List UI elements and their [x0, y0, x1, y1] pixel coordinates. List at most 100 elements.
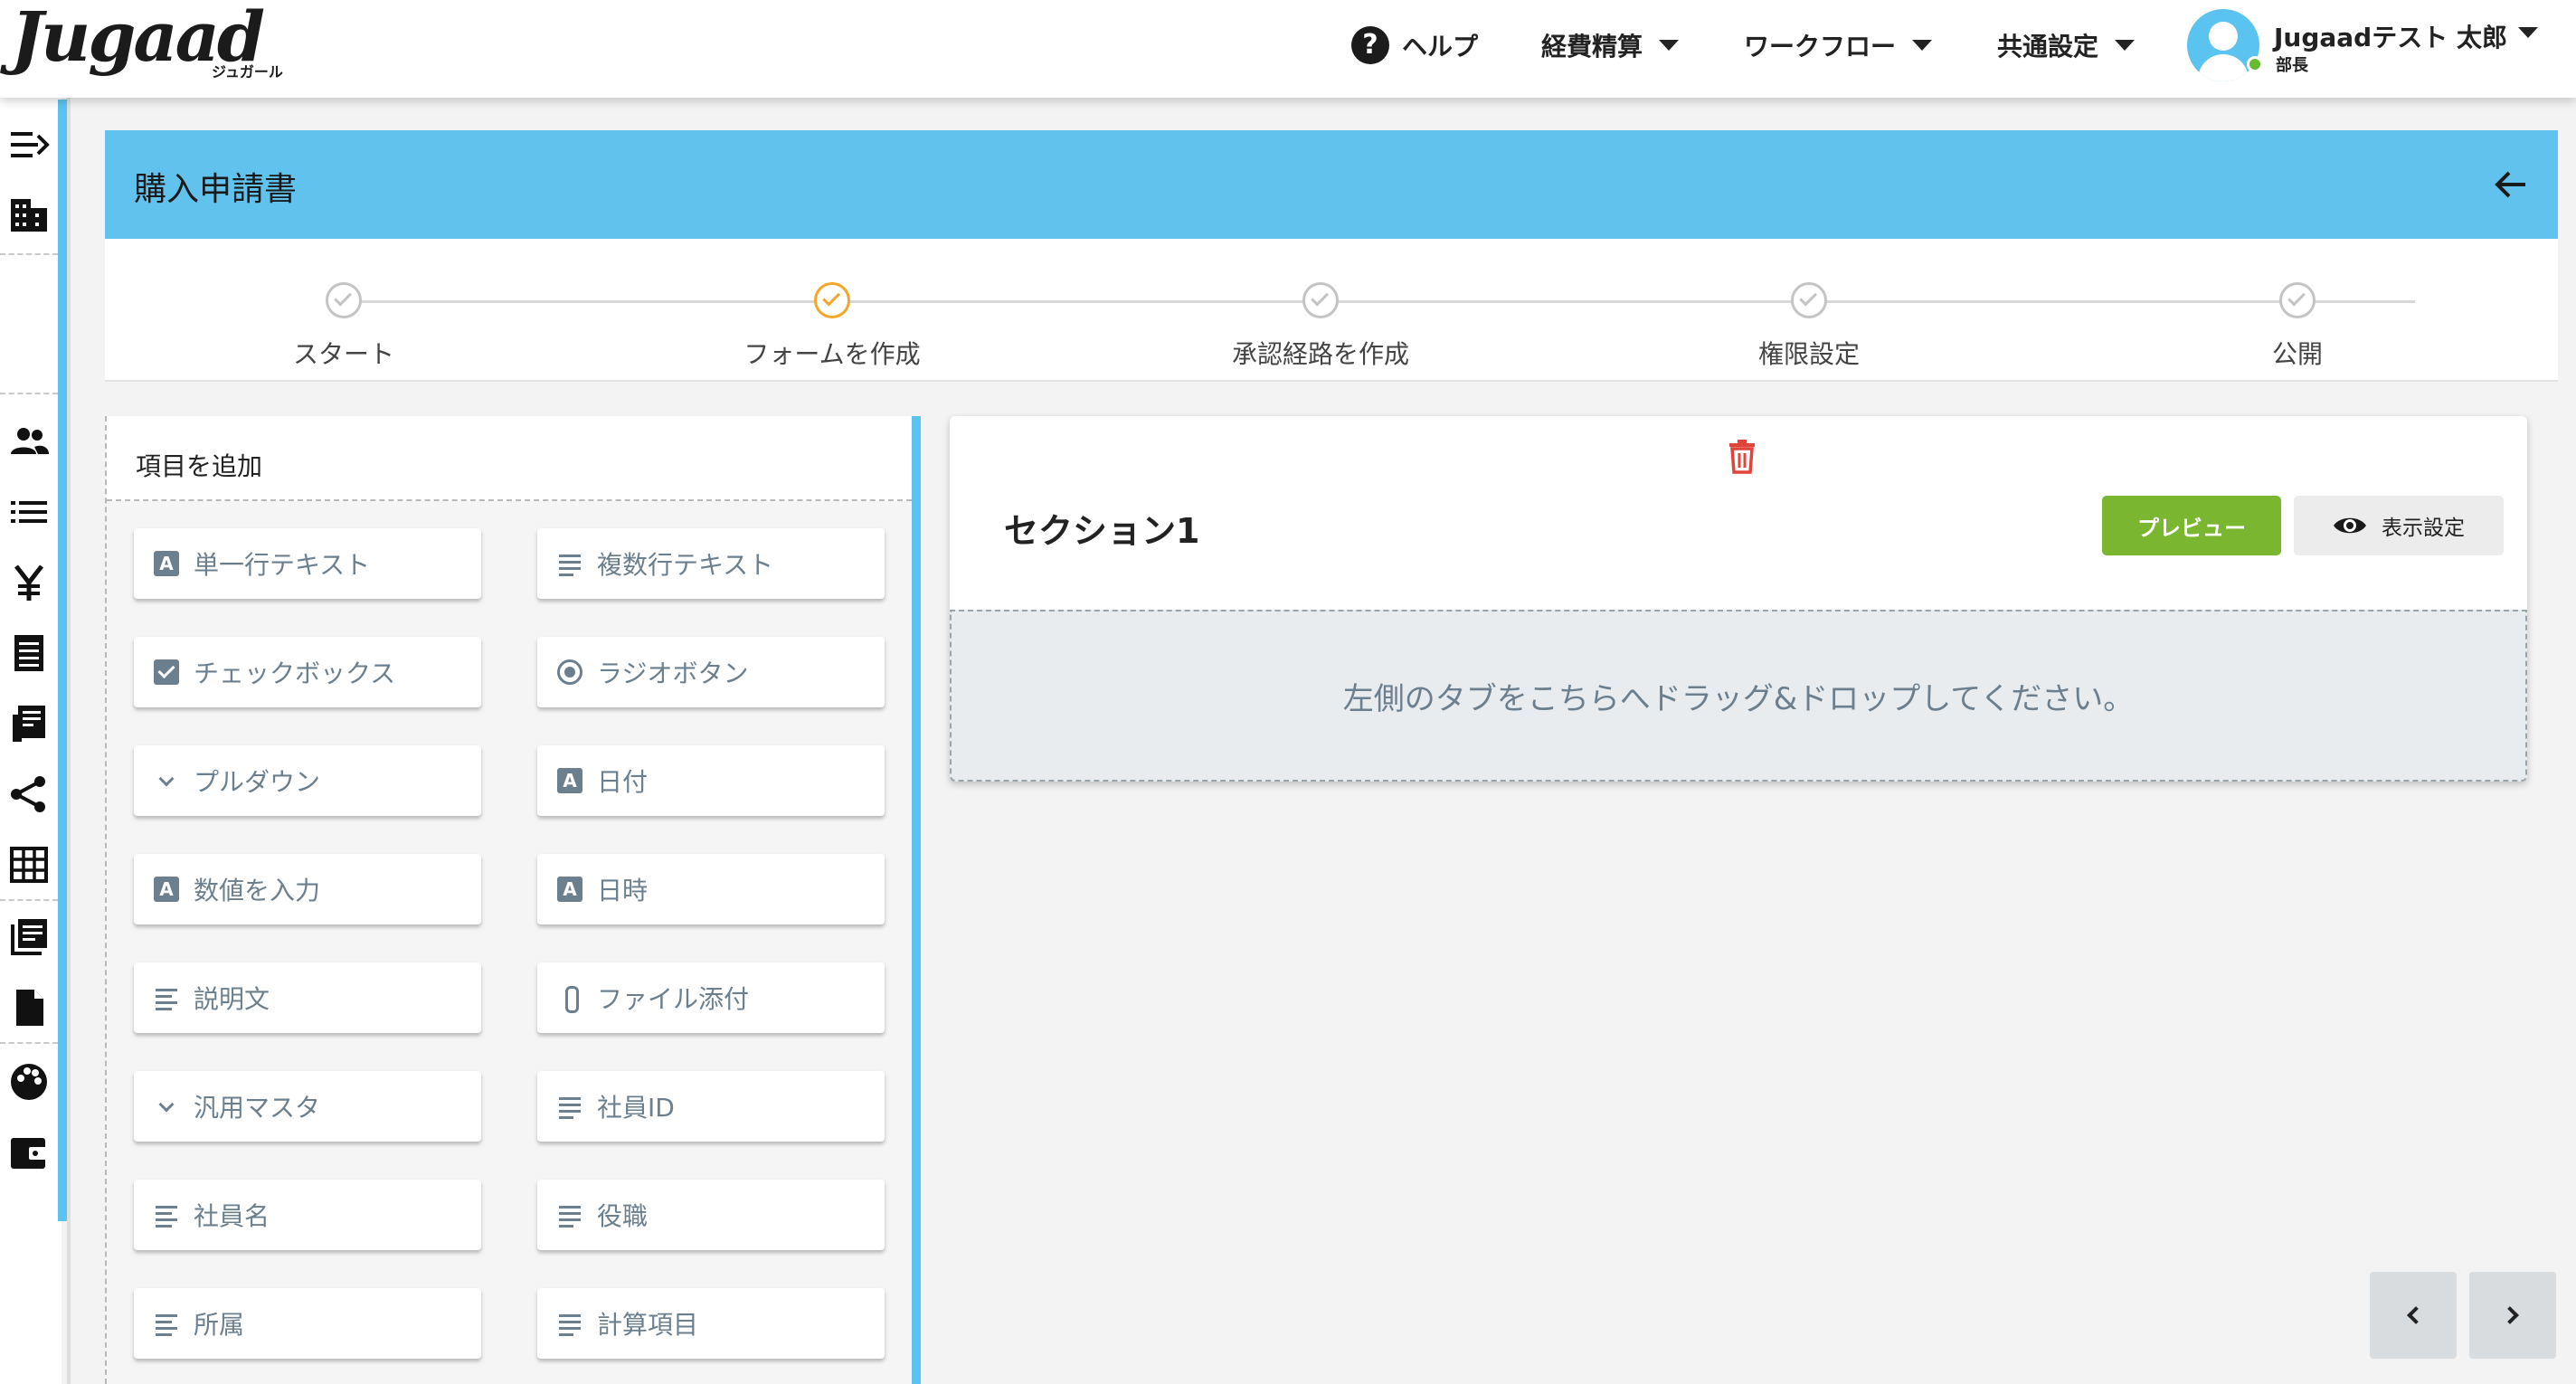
section-title[interactable]: セクション1 — [1004, 503, 1199, 553]
step-permissions[interactable]: 権限設定 — [1628, 282, 1990, 371]
top-header: Jugaad ジュガール ? ヘルプ 経費精算 ワークフロー 共通設定 Juga… — [0, 0, 2576, 98]
tool-checkbox[interactable]: チェックボックス — [134, 637, 481, 707]
align-left-icon — [154, 1311, 179, 1336]
tool-label: 計算項目 — [597, 1310, 699, 1340]
tool-employee-id[interactable]: 社員ID — [537, 1071, 885, 1142]
tool-label: 複数行テキスト — [597, 550, 774, 580]
next-page-button[interactable] — [2469, 1272, 2556, 1359]
tool-label: ファイル添付 — [597, 984, 750, 1014]
palette-icon[interactable] — [7, 1060, 51, 1104]
step-create-form[interactable]: フォームを作成 — [651, 282, 1013, 371]
step-publish[interactable]: 公開 — [2117, 282, 2478, 371]
menu-expense[interactable]: 経費精算 — [1541, 27, 1680, 63]
help-icon: ? — [1351, 26, 1389, 64]
online-status-icon — [2247, 56, 2263, 72]
tool-label: 単一行テキスト — [194, 550, 371, 580]
text-a-icon: A — [557, 877, 582, 902]
multiline-icon — [557, 1311, 582, 1336]
radio-icon — [557, 659, 582, 685]
table-icon[interactable] — [7, 843, 51, 886]
palette-title: 項目を追加 — [136, 451, 263, 481]
tool-date[interactable]: A 日付 — [537, 745, 885, 816]
collapse-menu-icon[interactable] — [7, 123, 51, 166]
check-circle-icon — [1302, 282, 1339, 318]
logo-subtitle: ジュガール — [212, 63, 283, 81]
tool-label: 数値を入力 — [194, 876, 321, 905]
document-icon[interactable] — [7, 986, 51, 1029]
list-icon[interactable] — [7, 490, 51, 534]
share-icon[interactable] — [7, 773, 51, 816]
step-approval-route[interactable]: 承認経路を作成 — [1140, 282, 1501, 371]
menu-common-settings[interactable]: 共通設定 — [1997, 27, 2136, 63]
step-label: フォームを作成 — [743, 339, 921, 369]
preview-button-label: プレビュー — [2137, 515, 2246, 541]
text-a-icon: A — [557, 768, 582, 793]
align-left-icon — [154, 1202, 179, 1228]
step-label: 公開 — [2271, 339, 2323, 369]
tool-label: 社員ID — [597, 1093, 675, 1123]
user-role: 部長 — [2276, 56, 2308, 75]
caret-down-icon — [1659, 40, 1680, 51]
step-start[interactable]: スタート — [163, 282, 525, 371]
step-label: 権限設定 — [1757, 339, 1860, 369]
chevron-left-icon — [2407, 1306, 2425, 1324]
form-section: セクション1 プレビュー 表示設定 左側のタブをこちらへドラッグ&ドロップしてく… — [950, 416, 2527, 782]
tool-single-line-text[interactable]: A 単一行テキスト — [134, 528, 481, 599]
multiline-icon — [557, 1202, 582, 1228]
field-palette: 項目を追加 A 単一行テキスト 複数行テキスト チェックボックス ラジオボタン … — [105, 416, 919, 1384]
tool-position[interactable]: 役職 — [537, 1180, 885, 1250]
display-settings-button[interactable]: 表示設定 — [2294, 496, 2504, 555]
tool-employee-name[interactable]: 社員名 — [134, 1180, 481, 1250]
step-label: スタート — [292, 339, 394, 369]
avatar[interactable] — [2187, 9, 2259, 81]
menu-workflow[interactable]: ワークフロー — [1744, 27, 1933, 63]
multiline-icon — [557, 551, 582, 576]
tool-calculation[interactable]: 計算項目 — [537, 1288, 885, 1359]
multiline-icon — [557, 1094, 582, 1119]
left-sidebar — [0, 98, 62, 1384]
check-circle-icon — [2279, 282, 2316, 318]
tool-label: 所属 — [194, 1310, 245, 1340]
tool-label: 社員名 — [194, 1201, 270, 1231]
library-icon[interactable] — [7, 915, 51, 959]
tool-label: 汎用マスタ — [194, 1093, 321, 1123]
tool-label: 日付 — [597, 767, 649, 797]
menu-common-settings-label: 共通設定 — [1997, 32, 2099, 62]
tool-affiliation[interactable]: 所属 — [134, 1288, 481, 1359]
drop-zone[interactable]: 左側のタブをこちらへドラッグ&ドロップしてください。 — [950, 610, 2527, 782]
tool-radio-button[interactable]: ラジオボタン — [537, 637, 885, 707]
check-circle-icon — [1791, 282, 1827, 318]
invoice-icon[interactable] — [7, 702, 51, 745]
preview-button[interactable]: プレビュー — [2102, 496, 2281, 555]
prev-page-button[interactable] — [2370, 1272, 2457, 1359]
tool-multi-line-text[interactable]: 複数行テキスト — [537, 528, 885, 599]
tool-label: 説明文 — [194, 984, 270, 1014]
paperclip-icon — [557, 985, 582, 1013]
back-arrow-icon[interactable] — [2491, 165, 2531, 204]
chevron-down-icon — [154, 1094, 179, 1119]
help-menu[interactable]: ? ヘルプ — [1351, 26, 1478, 64]
wallet-icon[interactable] — [7, 1131, 51, 1174]
user-menu-caret-icon[interactable] — [2518, 27, 2538, 38]
chevron-right-icon — [2501, 1306, 2519, 1324]
eye-icon — [2334, 517, 2366, 534]
text-a-icon: A — [154, 877, 179, 902]
tool-number-input[interactable]: A 数値を入力 — [134, 854, 481, 924]
tool-pulldown[interactable]: プルダウン — [134, 745, 481, 816]
users-icon[interactable] — [7, 420, 51, 463]
trash-icon[interactable] — [1726, 438, 1758, 474]
tool-description[interactable]: 説明文 — [134, 962, 481, 1033]
tool-datetime[interactable]: A 日時 — [537, 854, 885, 924]
receipt-icon[interactable] — [7, 631, 51, 675]
display-settings-label: 表示設定 — [2382, 517, 2465, 540]
tool-general-master[interactable]: 汎用マスタ — [134, 1071, 481, 1142]
yen-icon[interactable] — [7, 561, 51, 604]
tool-file-attachment[interactable]: ファイル添付 — [537, 962, 885, 1033]
tool-label: 日時 — [597, 876, 649, 905]
app-logo[interactable]: Jugaad ジュガール — [11, 0, 291, 90]
building-icon[interactable] — [7, 194, 51, 237]
tool-label: プルダウン — [194, 767, 321, 797]
check-circle-icon — [814, 282, 850, 318]
user-name[interactable]: Jugaadテスト 太郎 — [2274, 18, 2507, 54]
palette-header: 項目を追加 — [107, 416, 912, 501]
